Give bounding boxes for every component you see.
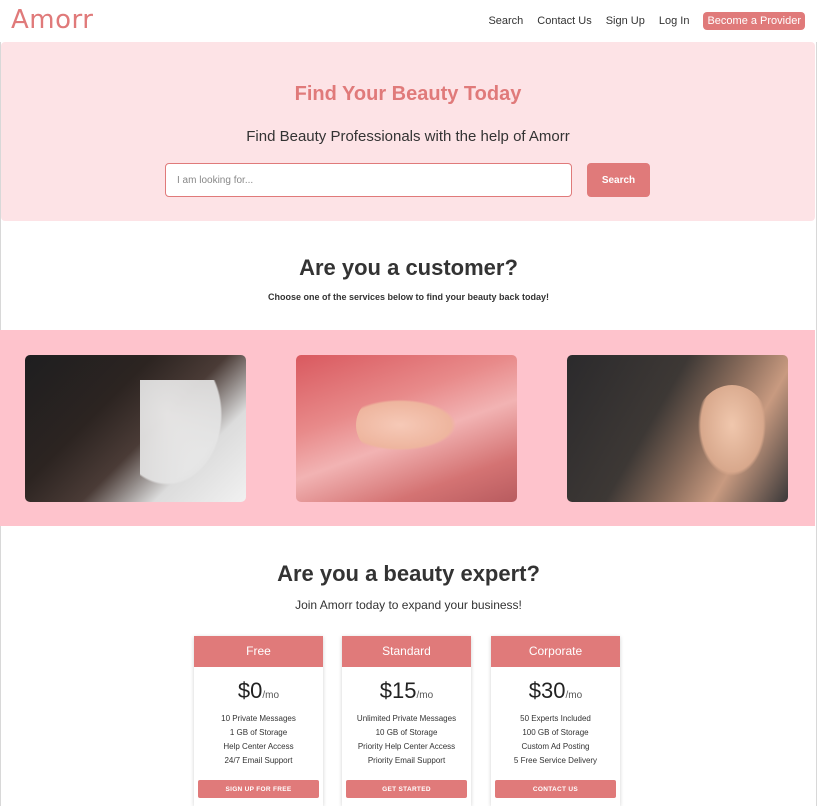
search-button[interactable]: Search <box>587 163 650 197</box>
pricing-card-corporate: Corporate $30/mo 50 Experts Included 100… <box>491 636 620 806</box>
hero-title: Find Your Beauty Today <box>294 83 522 105</box>
nav-link-log-in[interactable]: Log In <box>659 15 690 27</box>
nav-link-contact-us[interactable]: Contact Us <box>537 15 591 27</box>
plan-feature: 24/7 Email Support <box>224 756 293 765</box>
plan-price-value: $30 <box>528 678 566 703</box>
plan-price-value: $15 <box>379 678 417 703</box>
contact-us-button[interactable]: CONTACT US <box>495 780 616 798</box>
hero-subtitle: Find Beauty Professionals with the help … <box>246 128 570 145</box>
plan-feature: 10 Private Messages <box>221 714 296 723</box>
plan-name: Standard <box>342 636 471 667</box>
service-card-hair[interactable] <box>25 355 246 502</box>
plan-price-value: $0 <box>237 678 263 703</box>
customer-section-subtitle: Choose one of the services below to find… <box>267 292 550 302</box>
search-input[interactable] <box>165 163 572 197</box>
get-started-button[interactable]: GET STARTED <box>346 780 467 798</box>
plan-feature: 50 Experts Included <box>520 714 591 723</box>
nav-link-search[interactable]: Search <box>488 15 523 27</box>
plan-price: $15/mo <box>342 678 471 704</box>
pricing-card-standard: Standard $15/mo Unlimited Private Messag… <box>342 636 471 806</box>
plan-price-period: /mo <box>262 690 280 701</box>
service-card-nails[interactable] <box>296 355 517 502</box>
plan-feature: 10 GB of Storage <box>375 728 438 737</box>
become-provider-button[interactable]: Become a Provider <box>703 12 805 30</box>
plan-feature: Help Center Access <box>223 742 294 751</box>
plan-features: 10 Private Messages 1 GB of Storage Help… <box>194 712 323 768</box>
hero-section: Find Your Beauty Today Find Beauty Profe… <box>1 42 815 221</box>
plan-features: Unlimited Private Messages 10 GB of Stor… <box>342 712 471 768</box>
plan-price: $0/mo <box>194 678 323 704</box>
expert-section-title: Are you a beauty expert? <box>277 561 540 586</box>
customer-section-title: Are you a customer? <box>299 255 518 280</box>
plan-feature: Priority Email Support <box>367 756 446 765</box>
nav-links: Search Contact Us Sign Up Log In Become … <box>488 12 805 30</box>
plan-feature: 100 GB of Storage <box>522 728 589 737</box>
plan-feature: Priority Help Center Access <box>357 742 456 751</box>
plan-feature: 5 Free Service Delivery <box>513 756 598 765</box>
plan-price-period: /mo <box>565 690 583 701</box>
service-card-makeup[interactable] <box>567 355 788 502</box>
plan-price: $30/mo <box>491 678 620 704</box>
plan-name: Free <box>194 636 323 667</box>
pricing-card-free: Free $0/mo 10 Private Messages 1 GB of S… <box>194 636 323 806</box>
plan-feature: 1 GB of Storage <box>229 728 288 737</box>
nav-link-sign-up[interactable]: Sign Up <box>606 15 645 27</box>
plan-features: 50 Experts Included 100 GB of Storage Cu… <box>491 712 620 768</box>
plan-feature: Unlimited Private Messages <box>356 714 457 723</box>
plan-name: Corporate <box>491 636 620 667</box>
plan-price-period: /mo <box>416 690 434 701</box>
brand-logo[interactable]: Amorr <box>11 5 93 35</box>
expert-section-subtitle: Join Amorr today to expand your business… <box>295 598 522 612</box>
navbar: Amorr Search Contact Us Sign Up Log In B… <box>0 0 817 42</box>
plan-feature: Custom Ad Posting <box>521 742 590 751</box>
sign-up-free-button[interactable]: SIGN UP FOR FREE <box>198 780 319 798</box>
services-band <box>0 330 815 526</box>
